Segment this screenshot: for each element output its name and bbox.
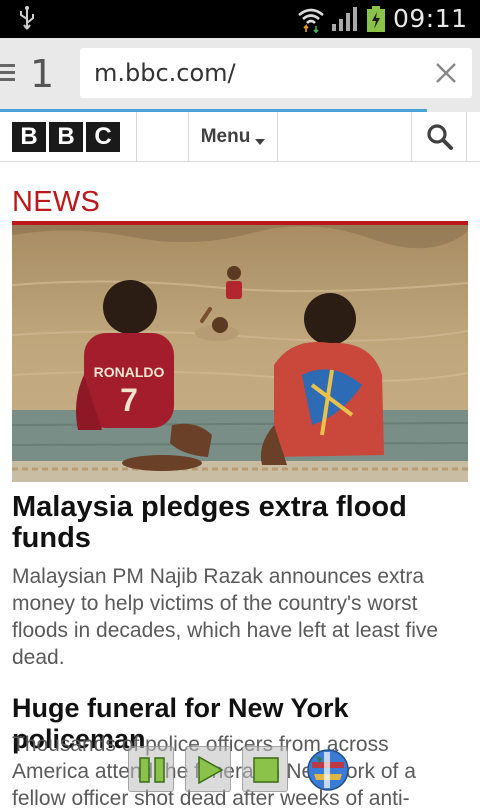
bbc-logo[interactable]: B B C (12, 122, 120, 152)
hero-image[interactable]: RONALDO 7 (12, 225, 468, 482)
play-button[interactable] (185, 746, 231, 792)
stop-icon (251, 755, 281, 789)
status-bar: 09:11 (0, 0, 480, 38)
url-field[interactable]: m.bbc.com/ (80, 48, 472, 98)
menu-label: Menu (200, 126, 251, 147)
signal-icon (330, 6, 360, 36)
clock: 09:11 (393, 4, 468, 33)
play-icon (195, 754, 225, 790)
tab-count[interactable]: 1 (30, 52, 54, 96)
battery-charging-icon (366, 5, 386, 37)
nav-divider (136, 112, 137, 162)
article-headline[interactable]: Malaysia pledges extra flood funds (12, 492, 468, 554)
nav-divider (277, 112, 278, 162)
jersey-text: RONALDO (94, 364, 165, 380)
media-controls (128, 746, 352, 796)
pause-button[interactable] (128, 746, 174, 792)
browser-toolbar: 1 m.bbc.com/ (0, 38, 480, 112)
pause-icon (137, 755, 167, 789)
section-title[interactable]: NEWS (12, 186, 100, 219)
jersey-number: 7 (120, 382, 138, 418)
stop-button[interactable] (242, 746, 288, 792)
wifi-icon (296, 5, 326, 37)
logo-letter: C (86, 122, 120, 152)
logo-letter: B (12, 122, 46, 152)
url-text[interactable]: m.bbc.com/ (94, 59, 236, 87)
usb-icon (16, 5, 38, 37)
search-button[interactable] (412, 112, 466, 162)
logo-letter: B (49, 122, 83, 152)
clear-url-icon[interactable] (434, 61, 458, 89)
caret-down-icon (255, 129, 266, 151)
search-icon (426, 123, 454, 155)
globe-icon[interactable] (306, 748, 350, 796)
site-header: B B C Menu (0, 112, 480, 162)
article-summary[interactable]: Malaysian PM Najib Razak announces extra… (12, 563, 468, 671)
menu-button[interactable]: Menu (189, 112, 277, 162)
nav-divider (466, 112, 467, 162)
tabs-menu-icon[interactable] (0, 62, 18, 88)
